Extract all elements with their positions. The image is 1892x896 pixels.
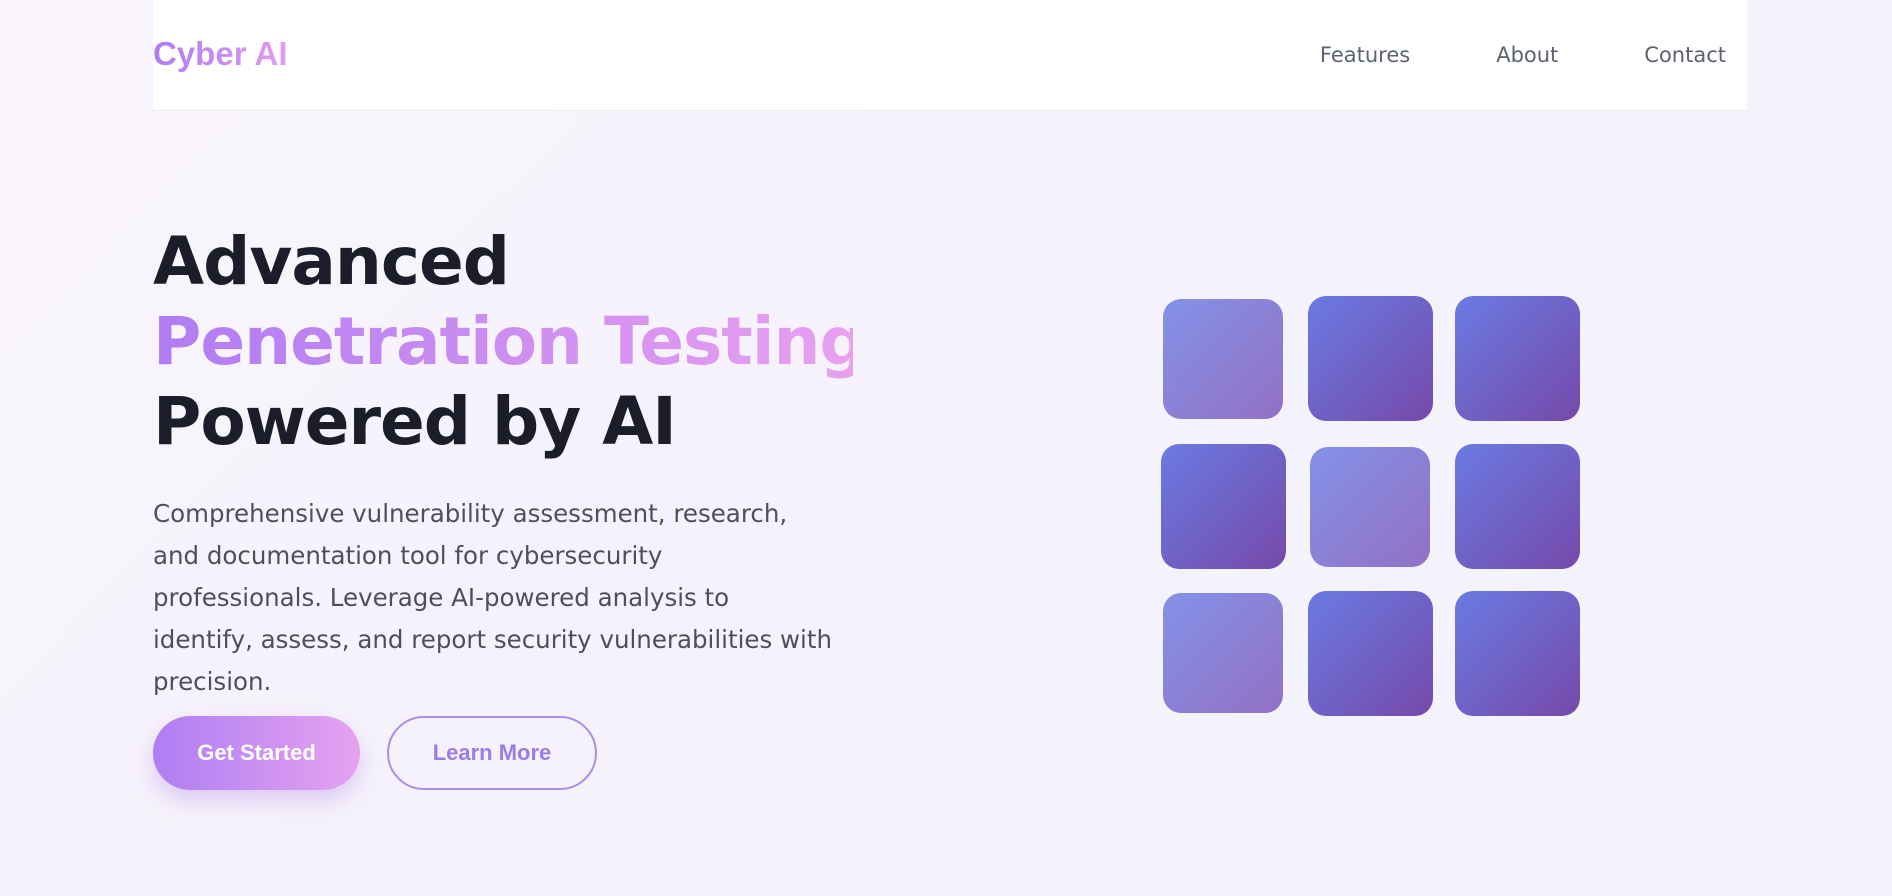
logo[interactable]: Cyber AI <box>153 34 287 74</box>
hero-heading: Advanced Penetration Testing Powered by … <box>153 222 867 462</box>
grid-tile <box>1455 591 1580 716</box>
grid-tile <box>1455 444 1580 569</box>
hero-subtitle: Comprehensive vulnerability assessment, … <box>153 499 832 696</box>
grid-tile <box>1455 296 1580 421</box>
nav-link-contact[interactable]: Contact <box>1644 40 1726 70</box>
get-started-button[interactable]: Get Started <box>153 716 360 790</box>
nav-link-about[interactable]: About <box>1496 40 1558 70</box>
decorative-tile-grid <box>1160 296 1580 716</box>
grid-tile <box>1161 444 1286 569</box>
grid-tile <box>1163 593 1283 713</box>
grid-tile <box>1308 296 1433 421</box>
nav-link-features[interactable]: Features <box>1320 40 1410 70</box>
learn-more-button[interactable]: Learn More <box>387 716 597 790</box>
hero-title-line-2: Penetration Testing <box>153 303 867 380</box>
hero-title-line-1: Advanced <box>153 223 510 300</box>
top-navbar: Cyber AI Features About Contact <box>153 0 1747 111</box>
hero-title-line-3: Powered by AI <box>153 383 677 460</box>
grid-tile <box>1163 299 1283 419</box>
nav-links: Features About Contact <box>1320 40 1726 70</box>
grid-tile <box>1310 447 1430 567</box>
grid-tile <box>1308 591 1433 716</box>
